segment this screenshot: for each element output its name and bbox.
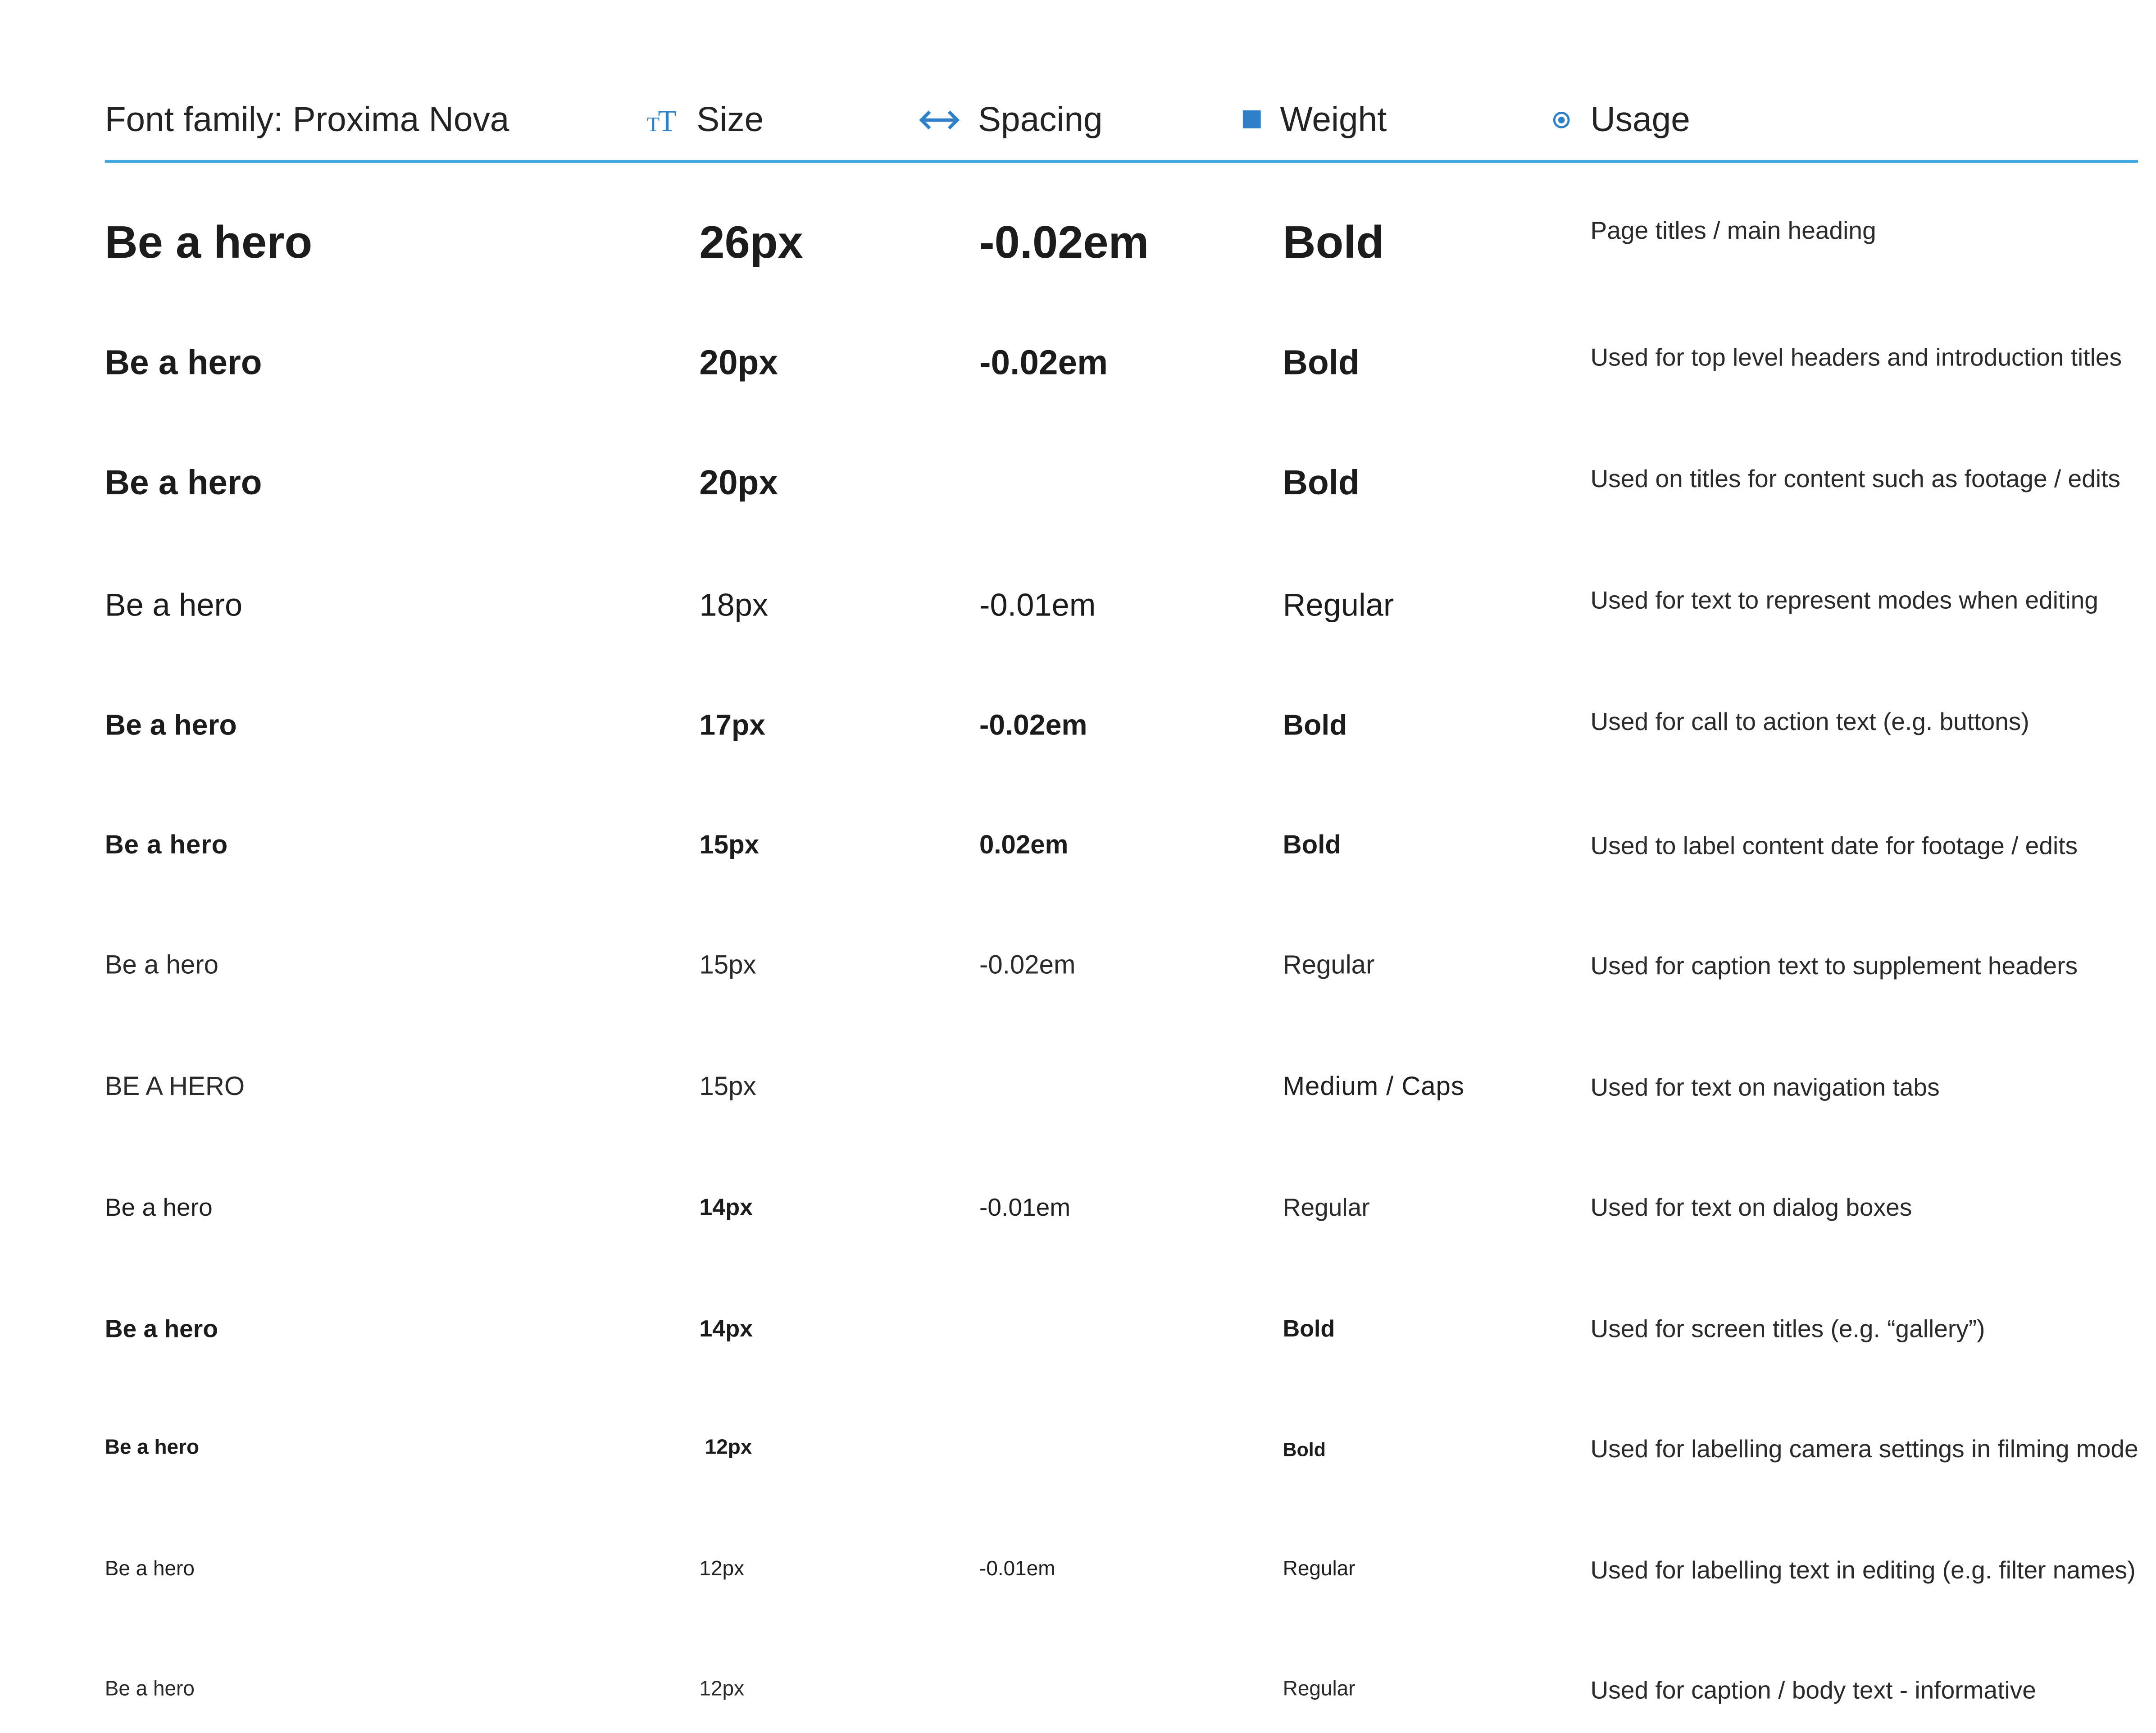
table-row: Be a hero 15px -0.02em Regular Used for … [0, 926, 2156, 1009]
size-value: 12px [699, 1557, 745, 1581]
usage-description: Used for text to represent modes when ed… [1590, 586, 2098, 614]
weight-value: Regular [1283, 1677, 1355, 1701]
weight-column-header: Weight [1242, 96, 1387, 143]
table-row: Be a hero 15px 0.02em Bold Used to label… [0, 806, 2156, 889]
size-value: 20px [699, 344, 778, 383]
text-size-icon: T T [647, 104, 680, 137]
spacing-value: 0.02em [979, 831, 1069, 861]
usage-column-header: Usage [1552, 96, 1690, 143]
spacing-value: -0.02em [979, 710, 1087, 742]
usage-description: Page titles / main heading [1590, 217, 1876, 245]
sample-text: Be a hero [105, 951, 219, 981]
weight-value: Medium / Caps [1283, 1072, 1465, 1102]
table-row: Be a hero 20px -0.02em Bold Used for top… [0, 323, 2156, 406]
target-dot-icon [1552, 109, 1574, 131]
size-value: 15px [699, 831, 760, 861]
sample-text: Be a hero [105, 1193, 213, 1222]
usage-description: Used on titles for content such as foota… [1590, 465, 2121, 493]
table-row: Be a hero 18px -0.01em Regular Used for … [0, 564, 2156, 647]
typography-sheet: Font family: Proxima Nova T T Size Spaci… [0, 0, 2156, 1704]
sample-text: Be a hero [105, 710, 237, 742]
spacing-value: -0.01em [979, 587, 1096, 623]
sample-text: Be a hero [105, 831, 228, 861]
size-value: 26px [699, 216, 803, 268]
sample-text: Be a hero [105, 587, 243, 623]
spacing-value: -0.02em [979, 216, 1149, 268]
table-row: Be a hero 12px -0.01em Regular Used for … [0, 1530, 2156, 1613]
svg-text:T: T [658, 104, 677, 137]
weight-value: Regular [1283, 1193, 1370, 1222]
size-value: 14px [699, 1316, 753, 1342]
usage-description: Used for text on navigation tabs [1590, 1073, 1940, 1101]
usage-description: Used for call to action text (e.g. butto… [1590, 708, 2029, 736]
sample-text: Be a hero [105, 1436, 200, 1459]
weight-value: Bold [1283, 216, 1384, 268]
size-value: 12px [705, 1436, 752, 1459]
table-row: Be a hero 14px Bold Used for screen titl… [0, 1289, 2156, 1372]
usage-description: Used for screen titles (e.g. “gallery”) [1590, 1315, 1985, 1343]
sample-text: Be a hero [105, 344, 262, 383]
spacing-value: -0.02em [979, 951, 1076, 981]
table-header: Font family: Proxima Nova T T Size Spaci… [0, 0, 2156, 165]
size-value: 12px [699, 1677, 745, 1701]
usage-description: Used for caption / body text - informati… [1590, 1676, 2036, 1704]
font-family-label: Font family: Proxima Nova [105, 100, 509, 140]
spacing-value: -0.01em [979, 1193, 1071, 1222]
table-row: Be a hero 20px Bold Used on titles for c… [0, 443, 2156, 526]
spacing-column-header: Spacing [917, 96, 1103, 143]
size-value: 17px [699, 710, 766, 742]
sample-text: Be a hero [105, 216, 313, 268]
spacing-value: -0.02em [979, 344, 1108, 383]
weight-value: Regular [1283, 1557, 1355, 1581]
usage-description: Used for top level headers and introduct… [1590, 343, 2122, 371]
sample-text: BE A HERO [105, 1072, 245, 1102]
weight-value: Bold [1283, 1316, 1335, 1342]
usage-description: Used for caption text to supplement head… [1590, 952, 2078, 980]
sample-text: Be a hero [105, 464, 262, 503]
table-row: Be a hero 12px Bold Used for labelling c… [0, 1409, 2156, 1491]
weight-value: Bold [1283, 710, 1347, 742]
usage-description: Used for labelling camera settings in fi… [1590, 1435, 2138, 1463]
table-row: BE A HERO 15px Medium / Caps Used for te… [0, 1047, 2156, 1130]
weight-value: Bold [1283, 464, 1360, 503]
size-value: 18px [699, 587, 769, 623]
sample-text: Be a hero [105, 1557, 195, 1581]
double-arrow-icon [917, 106, 961, 134]
size-column-header: T T Size [647, 100, 764, 140]
size-value: 20px [699, 464, 778, 503]
weight-value: Bold [1283, 831, 1341, 861]
usage-description: Used to label content date for footage /… [1590, 832, 2078, 860]
table-row: Be a hero 26px -0.02em Bold Page titles … [0, 201, 2156, 284]
table-row: Be a hero 14px -0.01em Regular Used for … [0, 1167, 2156, 1250]
usage-description: Used for labelling text in editing (e.g.… [1590, 1556, 2136, 1584]
weight-value: Regular [1283, 951, 1375, 981]
table-row: Be a hero 12px Regular Used for caption … [0, 1650, 2156, 1733]
weight-value: Bold [1283, 1438, 1326, 1460]
weight-value: Bold [1283, 344, 1360, 383]
size-value: 15px [699, 951, 756, 981]
size-value: 14px [699, 1194, 753, 1221]
header-divider [105, 160, 2138, 162]
weight-value: Regular [1283, 587, 1394, 623]
usage-description: Used for text on dialog boxes [1590, 1193, 1912, 1222]
size-value: 15px [699, 1072, 756, 1102]
sample-text: Be a hero [105, 1677, 195, 1701]
table-row: Be a hero 17px -0.02em Bold Used for cal… [0, 684, 2156, 767]
spacing-value: -0.01em [979, 1557, 1055, 1581]
filled-square-icon [1242, 109, 1264, 131]
sample-text: Be a hero [105, 1315, 218, 1343]
